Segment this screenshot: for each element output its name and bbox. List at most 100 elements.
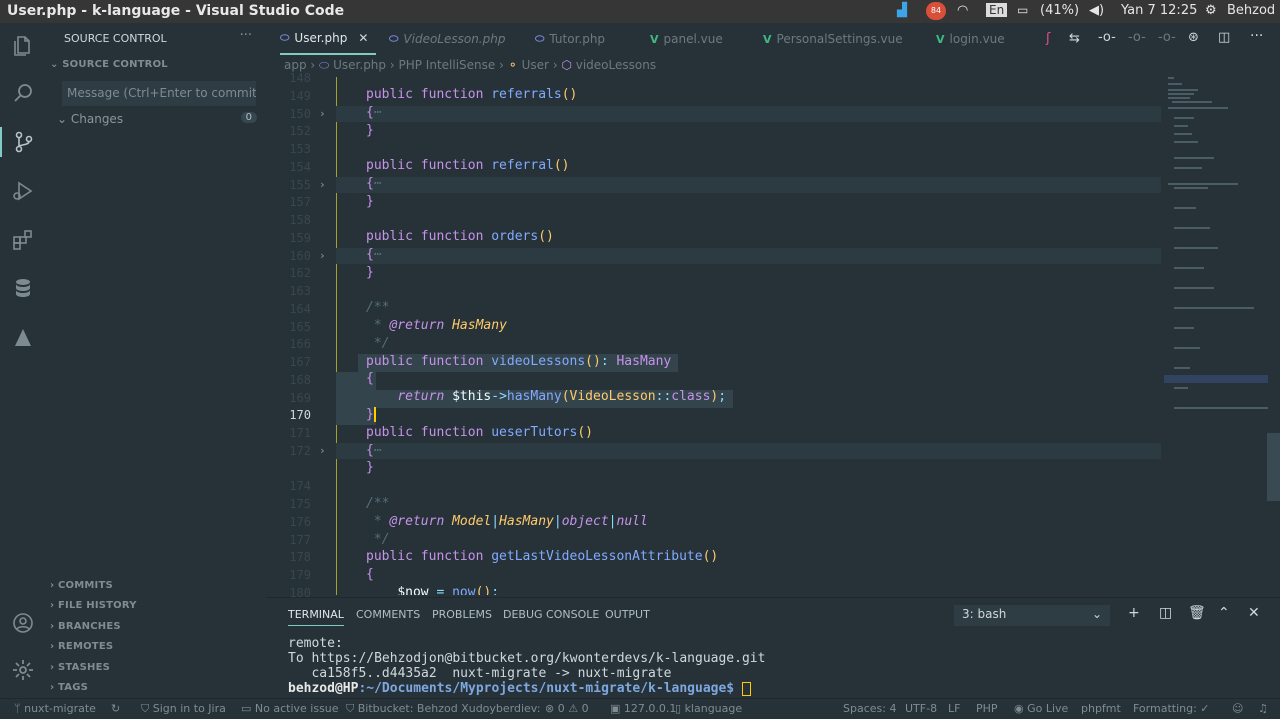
prev-change-icon[interactable]: -o- (1128, 30, 1146, 45)
battery-icon[interactable]: ▭ (1017, 3, 1028, 17)
line-number: 177 (289, 533, 311, 547)
code-line: {⋯ (366, 105, 382, 120)
open-changes-icon[interactable]: ⊛ (1188, 30, 1199, 45)
window-title: User.php - k-language - Visual Studio Co… (7, 3, 345, 19)
tab-personalsettings-vue[interactable]: V PersonalSettings.vue (763, 23, 903, 55)
tab-user-php[interactable]: ⬭ User.php ✕ (280, 23, 376, 55)
section-branches[interactable]: › BRANCHES (50, 621, 121, 632)
tab-comments[interactable]: COMMENTS (356, 608, 420, 621)
warning-icon: ⚠ (564, 702, 582, 715)
fold-chevron-icon[interactable]: › (319, 107, 326, 120)
breadcrumb-method[interactable]: videoLessons (576, 58, 656, 72)
extensions-icon[interactable] (8, 225, 38, 255)
bitbucket-status[interactable]: ⛉ Bitbucket: Behzod Xudoyberdiev: (346, 702, 540, 716)
account-icon[interactable] (8, 608, 38, 638)
run-debug-icon[interactable] (8, 176, 38, 206)
search-icon[interactable] (8, 78, 38, 108)
sync-icon[interactable]: ↻ (111, 702, 120, 715)
explorer-icon[interactable] (8, 31, 38, 61)
end-of-line[interactable]: LF (948, 702, 960, 715)
close-icon[interactable]: ✕ (358, 31, 368, 45)
minimap[interactable] (1164, 77, 1268, 595)
server-status[interactable]: ▣ 127.0.0.1 (610, 702, 676, 715)
line-number: 150 (289, 107, 311, 121)
volume-icon[interactable]: ◀) (1089, 3, 1104, 18)
formatting-status[interactable]: Formatting: ✓ (1133, 702, 1210, 715)
php-icon: ⬭ (535, 32, 545, 45)
problems-status[interactable]: ⊗ 0 ⚠ 0 (545, 702, 589, 715)
battery-level[interactable]: (41%) (1040, 3, 1079, 18)
tab-output[interactable]: OUTPUT (605, 608, 650, 621)
close-panel-icon[interactable]: ✕ (1248, 605, 1260, 621)
fold-chevron-icon[interactable]: › (319, 444, 326, 457)
trash-icon[interactable]: 🗑 (1188, 605, 1206, 621)
section-stashes[interactable]: › STASHES (50, 662, 110, 673)
more-actions-icon[interactable]: ··· (240, 28, 252, 43)
go-live[interactable]: ◉ Go Live (1014, 702, 1068, 715)
compare-icon[interactable]: ⇆ (1069, 31, 1080, 46)
folded-region (336, 443, 1161, 459)
breadcrumb-file[interactable]: User.php (333, 58, 386, 72)
split-editor-icon[interactable]: ◫ (1218, 30, 1230, 45)
line-number: 165 (289, 320, 311, 334)
commit-message-input[interactable]: Message (Ctrl+Enter to commit ... (62, 81, 256, 106)
modified-line-indicator (336, 77, 337, 595)
settings-gear-icon[interactable] (8, 655, 38, 685)
changes-group[interactable]: ⌄ Changes 0 (57, 112, 257, 128)
add-terminal-icon[interactable]: + (1128, 605, 1140, 621)
terminal-select[interactable]: 3: bash ⌄ (954, 605, 1110, 626)
tab-panel-vue[interactable]: Vpanel.vue (650, 23, 723, 55)
tab-videolesson-php[interactable]: ⬭ VideoLesson.php (389, 23, 505, 55)
bell-icon[interactable]: ♫ (1258, 702, 1268, 715)
gear-icon[interactable]: ⚙ (1205, 3, 1217, 18)
tab-login-vue[interactable]: Vlogin.vue (936, 23, 1005, 55)
section-remotes[interactable]: › REMOTES (50, 641, 113, 652)
section-tags[interactable]: › TAGS (50, 682, 88, 693)
code-line: {⋯ (366, 176, 382, 191)
database-icon[interactable] (8, 273, 38, 303)
phpfmt[interactable]: phpfmt (1081, 702, 1121, 715)
terminal-output[interactable]: remote: To https://Behzodjon@bitbucket.or… (288, 636, 765, 696)
code-editor[interactable]: public function referrals() {⋯ } public … (336, 77, 1164, 595)
breadcrumb-class[interactable]: User (522, 58, 549, 72)
active-issue[interactable]: ▭ No active issue (241, 702, 339, 715)
breadcrumb-namespace[interactable]: PHP IntelliSense (398, 58, 495, 72)
jira-sign-in[interactable]: ⛉ Sign in to Jira (141, 702, 226, 716)
branch-status[interactable]: ᛘ nuxt-migrate (14, 702, 96, 715)
keyboard-layout[interactable]: En (986, 3, 1008, 17)
atlassian-icon[interactable] (8, 323, 38, 353)
user-name[interactable]: Behzod (1227, 3, 1275, 18)
php-icon: ⬭ (319, 58, 330, 72)
breadcrumb-app[interactable]: app (284, 58, 307, 72)
encoding[interactable]: UTF-8 (905, 702, 937, 715)
line-number: 171 (289, 426, 311, 440)
more-actions-icon[interactable]: ··· (1250, 28, 1263, 44)
clock[interactable]: Yan 7 12:25 (1121, 3, 1197, 18)
tab-tutor-php[interactable]: ⬭ Tutor.php (535, 23, 605, 55)
scrollbar-thumb[interactable] (1267, 433, 1280, 501)
activity-monitor-icon[interactable]: ▟ (897, 3, 907, 18)
git-commit-icon[interactable]: -o- (1098, 30, 1116, 45)
section-source-control[interactable]: ⌄ SOURCE CONTROL (50, 59, 168, 70)
next-change-icon[interactable]: -o- (1158, 30, 1176, 45)
git-lens-icon[interactable]: ʃ (1046, 31, 1050, 46)
database-status[interactable]: ▯ klanguage (675, 702, 742, 715)
maximize-panel-icon[interactable]: ⌃ (1218, 605, 1230, 621)
feedback-icon[interactable]: ☺ (1232, 702, 1243, 715)
notification-badge[interactable]: 84 (926, 2, 946, 20)
tab-debug-console[interactable]: DEBUG CONSOLE (503, 608, 599, 621)
tab-terminal[interactable]: TERMINAL (288, 608, 344, 626)
fold-chevron-icon[interactable]: › (319, 178, 326, 191)
git-branch-icon: ᛘ (14, 702, 25, 715)
wifi-icon[interactable]: ◠ (957, 3, 968, 18)
vue-icon: V (763, 32, 772, 46)
language-mode[interactable]: PHP (976, 702, 998, 715)
fold-chevron-icon[interactable]: › (319, 249, 326, 262)
tab-problems[interactable]: PROBLEMS (432, 608, 492, 621)
source-control-icon[interactable] (0, 127, 45, 157)
section-file-history[interactable]: › FILE HISTORY (50, 600, 137, 611)
status-bar: ᛘ nuxt-migrate ↻ ⛉ Sign in to Jira ▭ No … (0, 698, 1280, 719)
section-commits[interactable]: › COMMITS (50, 580, 113, 591)
indentation[interactable]: Spaces: 4 (843, 702, 896, 715)
split-terminal-icon[interactable]: ◫ (1159, 605, 1172, 621)
